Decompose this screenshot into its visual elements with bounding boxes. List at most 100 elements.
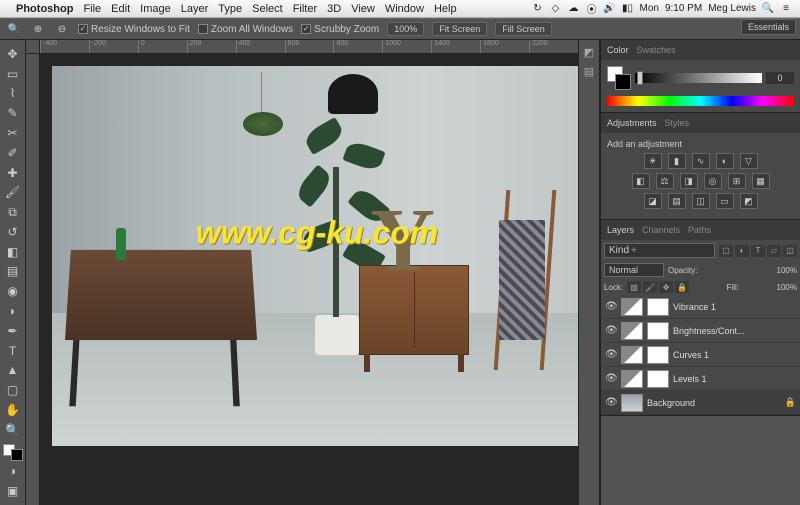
lock-all-icon[interactable]: 🔒 xyxy=(675,281,689,293)
vertical-ruler[interactable] xyxy=(26,54,40,505)
lock-pixels-icon[interactable]: 🖌 xyxy=(643,281,657,293)
clock-day[interactable]: Mon xyxy=(639,3,658,14)
color-tab[interactable]: Color xyxy=(607,45,629,55)
channelmixer-adj-icon[interactable]: ⊞ xyxy=(728,173,746,189)
history-panel-icon[interactable]: ◩ xyxy=(584,46,594,59)
volume-icon[interactable]: 🔊 xyxy=(603,3,615,15)
layer-row[interactable]: 👁 Vibrance 1 xyxy=(601,295,800,319)
menu-window[interactable]: Window xyxy=(385,3,424,15)
filter-smart-icon[interactable]: ◫ xyxy=(783,245,797,257)
levels-adj-icon[interactable]: ▮ xyxy=(668,153,686,169)
fit-screen-button[interactable]: Fit Screen xyxy=(432,22,487,36)
layer-name[interactable]: Background xyxy=(647,398,781,408)
document-image[interactable]: Y www.cg-ku.com xyxy=(52,66,578,446)
user-name[interactable]: Meg Lewis xyxy=(708,3,756,14)
cloud-icon[interactable]: ☁ xyxy=(567,3,579,15)
color-fgbg-swatch[interactable] xyxy=(607,66,631,90)
fill-value[interactable]: 100% xyxy=(777,283,797,292)
quick-select-tool[interactable]: ✎ xyxy=(2,103,24,123)
layer-name[interactable]: Vibrance 1 xyxy=(673,302,796,312)
layer-name[interactable]: Curves 1 xyxy=(673,350,796,360)
fill-screen-button[interactable]: Fill Screen xyxy=(495,22,552,36)
layer-thumb[interactable] xyxy=(621,322,643,340)
opacity-value[interactable]: 100% xyxy=(777,266,797,275)
visibility-toggle-icon[interactable]: 👁 xyxy=(605,325,617,336)
zoom-all-checkbox[interactable]: Zoom All Windows xyxy=(198,24,293,35)
pen-tool[interactable]: ✒ xyxy=(2,321,24,341)
dropbox-icon[interactable]: ◇ xyxy=(549,3,561,15)
menu-type[interactable]: Type xyxy=(218,3,242,15)
visibility-toggle-icon[interactable]: 👁 xyxy=(605,397,617,408)
paths-tab[interactable]: Paths xyxy=(688,225,711,235)
filter-pixel-icon[interactable]: ▢ xyxy=(719,245,733,257)
selectivecolor-adj-icon[interactable]: ◩ xyxy=(740,193,758,209)
brightness-adj-icon[interactable]: ☀ xyxy=(644,153,662,169)
type-tool[interactable]: T xyxy=(2,341,24,361)
menu-file[interactable]: File xyxy=(83,3,101,15)
invert-adj-icon[interactable]: ◪ xyxy=(644,193,662,209)
adjustments-tab[interactable]: Adjustments xyxy=(607,118,657,128)
layer-name[interactable]: Brightness/Cont... xyxy=(673,326,796,336)
hue-adj-icon[interactable]: ◧ xyxy=(632,173,650,189)
spotlight-icon[interactable]: 🔍 xyxy=(762,3,774,15)
layer-row[interactable]: 👁 Curves 1 xyxy=(601,343,800,367)
marquee-tool[interactable]: ▭ xyxy=(2,64,24,84)
filter-type-icon[interactable]: T xyxy=(751,245,765,257)
bw-adj-icon[interactable]: ◨ xyxy=(680,173,698,189)
colorlookup-adj-icon[interactable]: ▦ xyxy=(752,173,770,189)
vibrance-adj-icon[interactable]: ▽ xyxy=(740,153,758,169)
swatches-tab[interactable]: Swatches xyxy=(637,45,676,55)
path-select-tool[interactable]: ▲ xyxy=(2,361,24,381)
horizontal-ruler[interactable]: -400-20002004006008001000140018002200 xyxy=(40,40,578,54)
curves-adj-icon[interactable]: ∿ xyxy=(692,153,710,169)
history-brush-tool[interactable]: ↺ xyxy=(2,222,24,242)
layer-row[interactable]: 👁Background🔒 xyxy=(601,391,800,415)
menu-select[interactable]: Select xyxy=(252,3,283,15)
crop-tool[interactable]: ✂ xyxy=(2,123,24,143)
resize-windows-checkbox[interactable]: Resize Windows to Fit xyxy=(78,24,190,35)
clone-stamp-tool[interactable]: ⧉ xyxy=(2,202,24,222)
lock-transparent-icon[interactable]: ▨ xyxy=(627,281,641,293)
layers-tab[interactable]: Layers xyxy=(607,225,634,235)
properties-panel-icon[interactable]: ▤ xyxy=(584,65,594,78)
dodge-tool[interactable]: ◗ xyxy=(2,301,24,321)
filter-adj-icon[interactable]: ◐ xyxy=(735,245,749,257)
screen-mode-tool[interactable]: ▣ xyxy=(2,481,24,501)
layer-filter-kind[interactable]: Kind ÷ xyxy=(604,243,715,258)
healing-brush-tool[interactable]: ✚ xyxy=(2,163,24,183)
layer-thumb[interactable] xyxy=(621,394,643,412)
hand-tool[interactable]: ✋ xyxy=(2,400,24,420)
layer-row[interactable]: 👁 Brightness/Cont... xyxy=(601,319,800,343)
lock-position-icon[interactable]: ✥ xyxy=(659,281,673,293)
gradientmap-adj-icon[interactable]: ▭ xyxy=(716,193,734,209)
color-value[interactable]: 0 xyxy=(766,72,794,84)
colorbalance-adj-icon[interactable]: ⚖ xyxy=(656,173,674,189)
menu-filter[interactable]: Filter xyxy=(293,3,317,15)
layer-row[interactable]: 👁Levels 1 xyxy=(601,367,800,391)
menu-image[interactable]: Image xyxy=(140,3,171,15)
visibility-toggle-icon[interactable]: 👁 xyxy=(605,349,617,360)
wifi-icon[interactable]: ⦿ xyxy=(585,3,597,15)
layer-mask-thumb[interactable] xyxy=(647,346,669,364)
zoom-tool[interactable]: 🔍 xyxy=(2,420,24,440)
quick-mask-tool[interactable]: ◑ xyxy=(2,461,24,481)
threshold-adj-icon[interactable]: ◫ xyxy=(692,193,710,209)
color-slider[interactable] xyxy=(635,73,762,83)
photofilter-adj-icon[interactable]: ◎ xyxy=(704,173,722,189)
canvas-area[interactable]: -400-20002004006008001000140018002200 Y … xyxy=(26,40,578,505)
visibility-toggle-icon[interactable]: 👁 xyxy=(605,373,617,384)
visibility-toggle-icon[interactable]: 👁 xyxy=(605,301,617,312)
menu-app[interactable]: Photoshop xyxy=(16,3,73,15)
layer-mask-thumb[interactable] xyxy=(647,322,669,340)
menu-layer[interactable]: Layer xyxy=(181,3,209,15)
menu-view[interactable]: View xyxy=(351,3,375,15)
zoom-tool-icon[interactable]: 🔍 xyxy=(6,21,22,37)
layer-thumb[interactable] xyxy=(621,346,643,364)
blur-tool[interactable]: ◉ xyxy=(2,281,24,301)
layer-mask-thumb[interactable] xyxy=(647,298,669,316)
brush-tool[interactable]: 🖌 xyxy=(2,182,24,202)
scrubby-zoom-checkbox[interactable]: Scrubby Zoom xyxy=(301,24,379,35)
eraser-tool[interactable]: ◧ xyxy=(2,242,24,262)
menu-3d[interactable]: 3D xyxy=(327,3,341,15)
notifications-icon[interactable]: ≡ xyxy=(780,3,792,15)
